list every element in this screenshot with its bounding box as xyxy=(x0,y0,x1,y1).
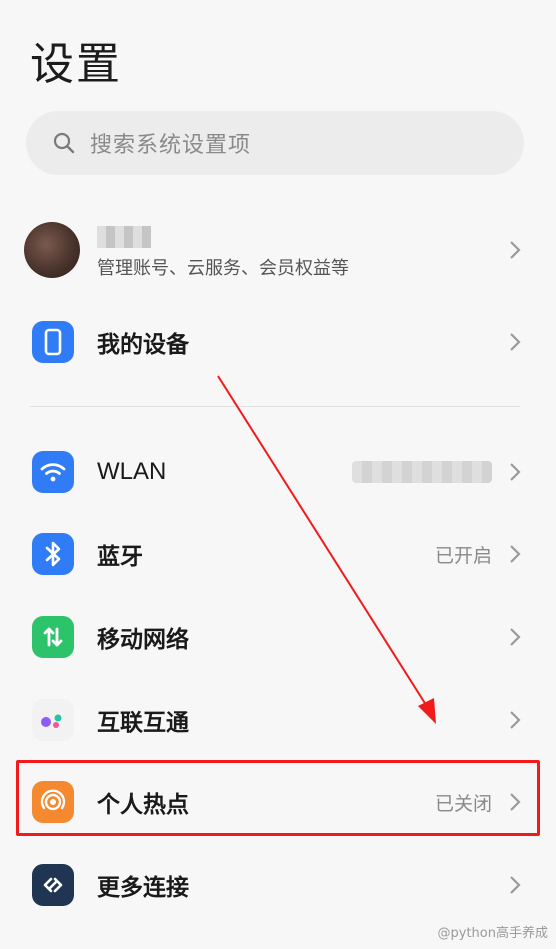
chevron-right-icon xyxy=(510,711,521,729)
settings-item-interconnect[interactable]: 互联互通 xyxy=(0,680,556,760)
wifi-network-name-blurred xyxy=(352,461,492,483)
account-row[interactable]: 管理账号、云服务、会员权益等 xyxy=(0,210,556,290)
settings-item-label: WLAN xyxy=(97,458,167,485)
settings-item-my-device[interactable]: 我的设备 xyxy=(0,302,556,382)
chevron-right-icon xyxy=(510,545,521,563)
settings-item-label: 蓝牙 xyxy=(97,544,143,570)
link-icon xyxy=(32,864,74,906)
settings-item-label: 互联互通 xyxy=(97,710,189,736)
chevron-right-icon xyxy=(510,333,521,351)
settings-item-wlan[interactable]: WLAN xyxy=(0,432,556,512)
settings-item-bluetooth[interactable]: 蓝牙 已开启 xyxy=(0,514,556,594)
bluetooth-status: 已开启 xyxy=(434,544,492,567)
highlight-box xyxy=(16,760,540,836)
search-icon xyxy=(53,132,75,154)
avatar xyxy=(24,222,80,278)
chevron-right-icon xyxy=(510,241,521,259)
settings-item-label: 更多连接 xyxy=(97,875,189,901)
interconnect-icon xyxy=(32,699,74,741)
account-name-blurred xyxy=(97,226,151,248)
chevron-right-icon xyxy=(510,628,521,646)
bluetooth-icon xyxy=(32,533,74,575)
search-placeholder: 搜索系统设置项 xyxy=(90,133,252,158)
account-subtitle: 管理账号、云服务、会员权益等 xyxy=(97,258,349,279)
chevron-right-icon xyxy=(510,463,521,481)
search-bar[interactable]: 搜索系统设置项 xyxy=(26,111,524,175)
settings-item-label: 移动网络 xyxy=(97,627,189,653)
settings-item-mobile-network[interactable]: 移动网络 xyxy=(0,597,556,677)
settings-item-label: 我的设备 xyxy=(97,332,189,358)
wifi-icon xyxy=(32,451,74,493)
chevron-right-icon xyxy=(510,876,521,894)
watermark: @python高手养成 xyxy=(437,926,548,941)
phone-icon xyxy=(32,321,74,363)
mobile-data-icon xyxy=(32,616,74,658)
page-title: 设置 xyxy=(30,39,122,90)
divider xyxy=(30,406,520,407)
settings-item-more-connections[interactable]: 更多连接 xyxy=(0,845,556,925)
